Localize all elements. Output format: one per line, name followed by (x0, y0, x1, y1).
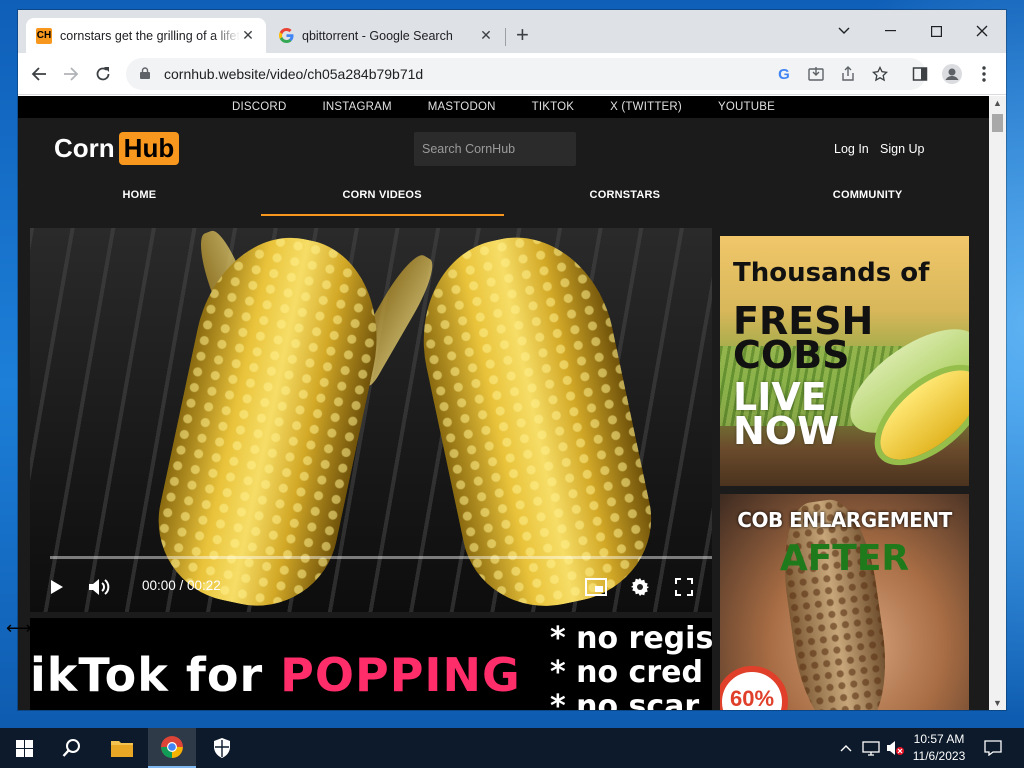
video-progress-bar[interactable] (50, 556, 712, 559)
ad-badge: 60% (720, 666, 788, 710)
ad-line-3b: NOW (733, 409, 840, 453)
scroll-down-arrow-icon[interactable]: ▼ (993, 698, 1002, 708)
install-app-icon[interactable] (804, 61, 828, 87)
chrome-icon[interactable] (148, 728, 196, 768)
search-icon[interactable] (48, 728, 96, 768)
back-arrow-icon[interactable] (26, 61, 52, 87)
google-favicon-icon (278, 28, 294, 44)
nav-home[interactable]: HOME (18, 182, 261, 216)
banner-highlight: POPPING (280, 648, 521, 702)
ad-subtitle: AFTER (779, 538, 910, 579)
video-player[interactable]: 00:00 / 00:22 (30, 228, 712, 612)
page-scrollbar[interactable]: ▲ ▼ (989, 96, 1006, 710)
nav-community[interactable]: COMMUNITY (746, 182, 989, 216)
ad-line-2b: COBS (733, 333, 850, 377)
bookmark-star-icon[interactable] (868, 61, 892, 87)
url-text: cornhub.website/video/ch05a284b79b71d (164, 66, 424, 82)
close-window-icon[interactable] (959, 16, 1005, 46)
tab-cornhub[interactable]: CH cornstars get the grilling of a lifet… (26, 18, 266, 53)
social-link-tiktok[interactable]: TIKTOK (532, 101, 575, 113)
reload-icon[interactable] (90, 61, 116, 87)
windows-taskbar: 10:57 AM 11/6/2023 (0, 728, 1024, 768)
site-logo[interactable]: Corn Hub (54, 132, 180, 165)
tiktok-ad-banner[interactable]: ikTok for POPPING * no regis * no cred *… (30, 618, 712, 710)
play-icon[interactable] (42, 572, 72, 602)
social-links-bar: DISCORD INSTAGRAM MASTODON TIKTOK X (TWI… (18, 96, 989, 118)
notifications-icon[interactable] (978, 728, 1008, 768)
new-tab-plus-icon[interactable]: + (516, 23, 529, 47)
tab-search-chevron-icon[interactable] (821, 16, 867, 46)
ad-line-2: FRESH COBS (733, 302, 873, 377)
search-input[interactable]: Search CornHub (414, 132, 576, 166)
banner-middle: for (185, 648, 264, 702)
banner-bullets: * no regis * no cred * no scar (550, 621, 712, 711)
tab-title: cornstars get the grilling of a lifetime (60, 28, 240, 43)
social-link-instagram[interactable]: INSTAGRAM (322, 101, 391, 113)
cob-enlargement-ad[interactable]: COB ENLARGEMENT AFTER 60% (720, 494, 969, 710)
banner-bullet: * no regis (550, 621, 712, 656)
volume-icon[interactable] (84, 572, 114, 602)
taskbar-clock[interactable]: 10:57 AM 11/6/2023 (904, 731, 974, 765)
side-panel-icon[interactable] (908, 61, 932, 87)
close-tab-icon[interactable]: ✕ (240, 27, 256, 44)
social-link-youtube[interactable]: YOUTUBE (718, 101, 775, 113)
browser-window: CH cornstars get the grilling of a lifet… (18, 10, 1006, 710)
google-lens-icon[interactable]: G (772, 61, 796, 87)
tab-google-search[interactable]: qbittorrent - Google Search ✕ (268, 18, 504, 53)
banner-bullet: * no scar (550, 689, 700, 711)
ad-line-1: Thousands of (733, 258, 930, 288)
page-viewport: DISCORD INSTAGRAM MASTODON TIKTOK X (TWI… (18, 96, 1006, 710)
logo-part-1: Corn (54, 133, 115, 163)
minimize-icon[interactable] (867, 16, 913, 46)
logo-part-2: Hub (118, 132, 180, 165)
banner-prefix: ikTok (30, 648, 169, 702)
ad-line-3: LIVE NOW (733, 378, 840, 453)
windows-start-icon[interactable] (0, 728, 48, 768)
ch-favicon-icon: CH (36, 27, 52, 44)
close-tab-icon[interactable]: ✕ (478, 27, 494, 44)
main-nav: HOME CORN VIDEOS CORNSTARS COMMUNITY (18, 182, 989, 216)
banner-headline: ikTok for POPPING (30, 648, 521, 702)
scroll-thumb[interactable] (992, 114, 1003, 132)
fresh-cobs-ad[interactable]: Thousands of FRESH COBS LIVE NOW (720, 236, 969, 486)
tab-separator (505, 28, 506, 46)
video-time: 00:00 / 00:22 (142, 578, 221, 593)
network-icon[interactable] (860, 728, 882, 768)
maximize-icon[interactable] (913, 16, 959, 46)
lock-icon (140, 66, 154, 82)
forward-arrow-icon[interactable] (58, 61, 84, 87)
ad-title: COB ENLARGEMENT (737, 508, 952, 532)
login-link[interactable]: Log In (834, 142, 869, 156)
clock-time: 10:57 AM (913, 732, 965, 746)
clock-date: 11/6/2023 (912, 749, 966, 763)
tray-chevron-up-icon[interactable] (836, 728, 856, 768)
nav-cornstars[interactable]: CORNSTARS (504, 182, 747, 216)
scroll-up-arrow-icon[interactable]: ▲ (993, 98, 1002, 108)
share-icon[interactable] (836, 61, 860, 87)
file-explorer-icon[interactable] (98, 728, 146, 768)
fullscreen-icon[interactable] (669, 572, 699, 602)
browser-toolbar: cornhub.website/video/ch05a284b79b71d G (18, 53, 1006, 95)
settings-gear-icon[interactable] (625, 572, 655, 602)
banner-bullet: * no cred (550, 655, 703, 690)
tab-title: qbittorrent - Google Search (302, 28, 453, 43)
site-header: Corn Hub Search CornHub Log In Sign Up H… (18, 118, 989, 216)
resize-cursor-icon: ⟷ (6, 618, 32, 638)
picture-in-picture-icon[interactable] (581, 572, 611, 602)
kebab-menu-icon[interactable] (972, 61, 996, 87)
social-link-discord[interactable]: DISCORD (232, 101, 286, 113)
nav-corn-videos[interactable]: CORN VIDEOS (260, 182, 504, 216)
windows-security-shield-icon[interactable] (198, 728, 246, 768)
signup-link[interactable]: Sign Up (880, 142, 924, 156)
volume-muted-icon[interactable] (884, 728, 906, 768)
social-link-mastodon[interactable]: MASTODON (428, 101, 496, 113)
tab-strip: CH cornstars get the grilling of a lifet… (18, 10, 1006, 53)
social-link-x[interactable]: X (TWITTER) (610, 101, 682, 113)
main-content: 00:00 / 00:22 ikTok for POPPING * no reg… (18, 216, 989, 710)
profile-avatar-icon[interactable] (940, 61, 964, 87)
